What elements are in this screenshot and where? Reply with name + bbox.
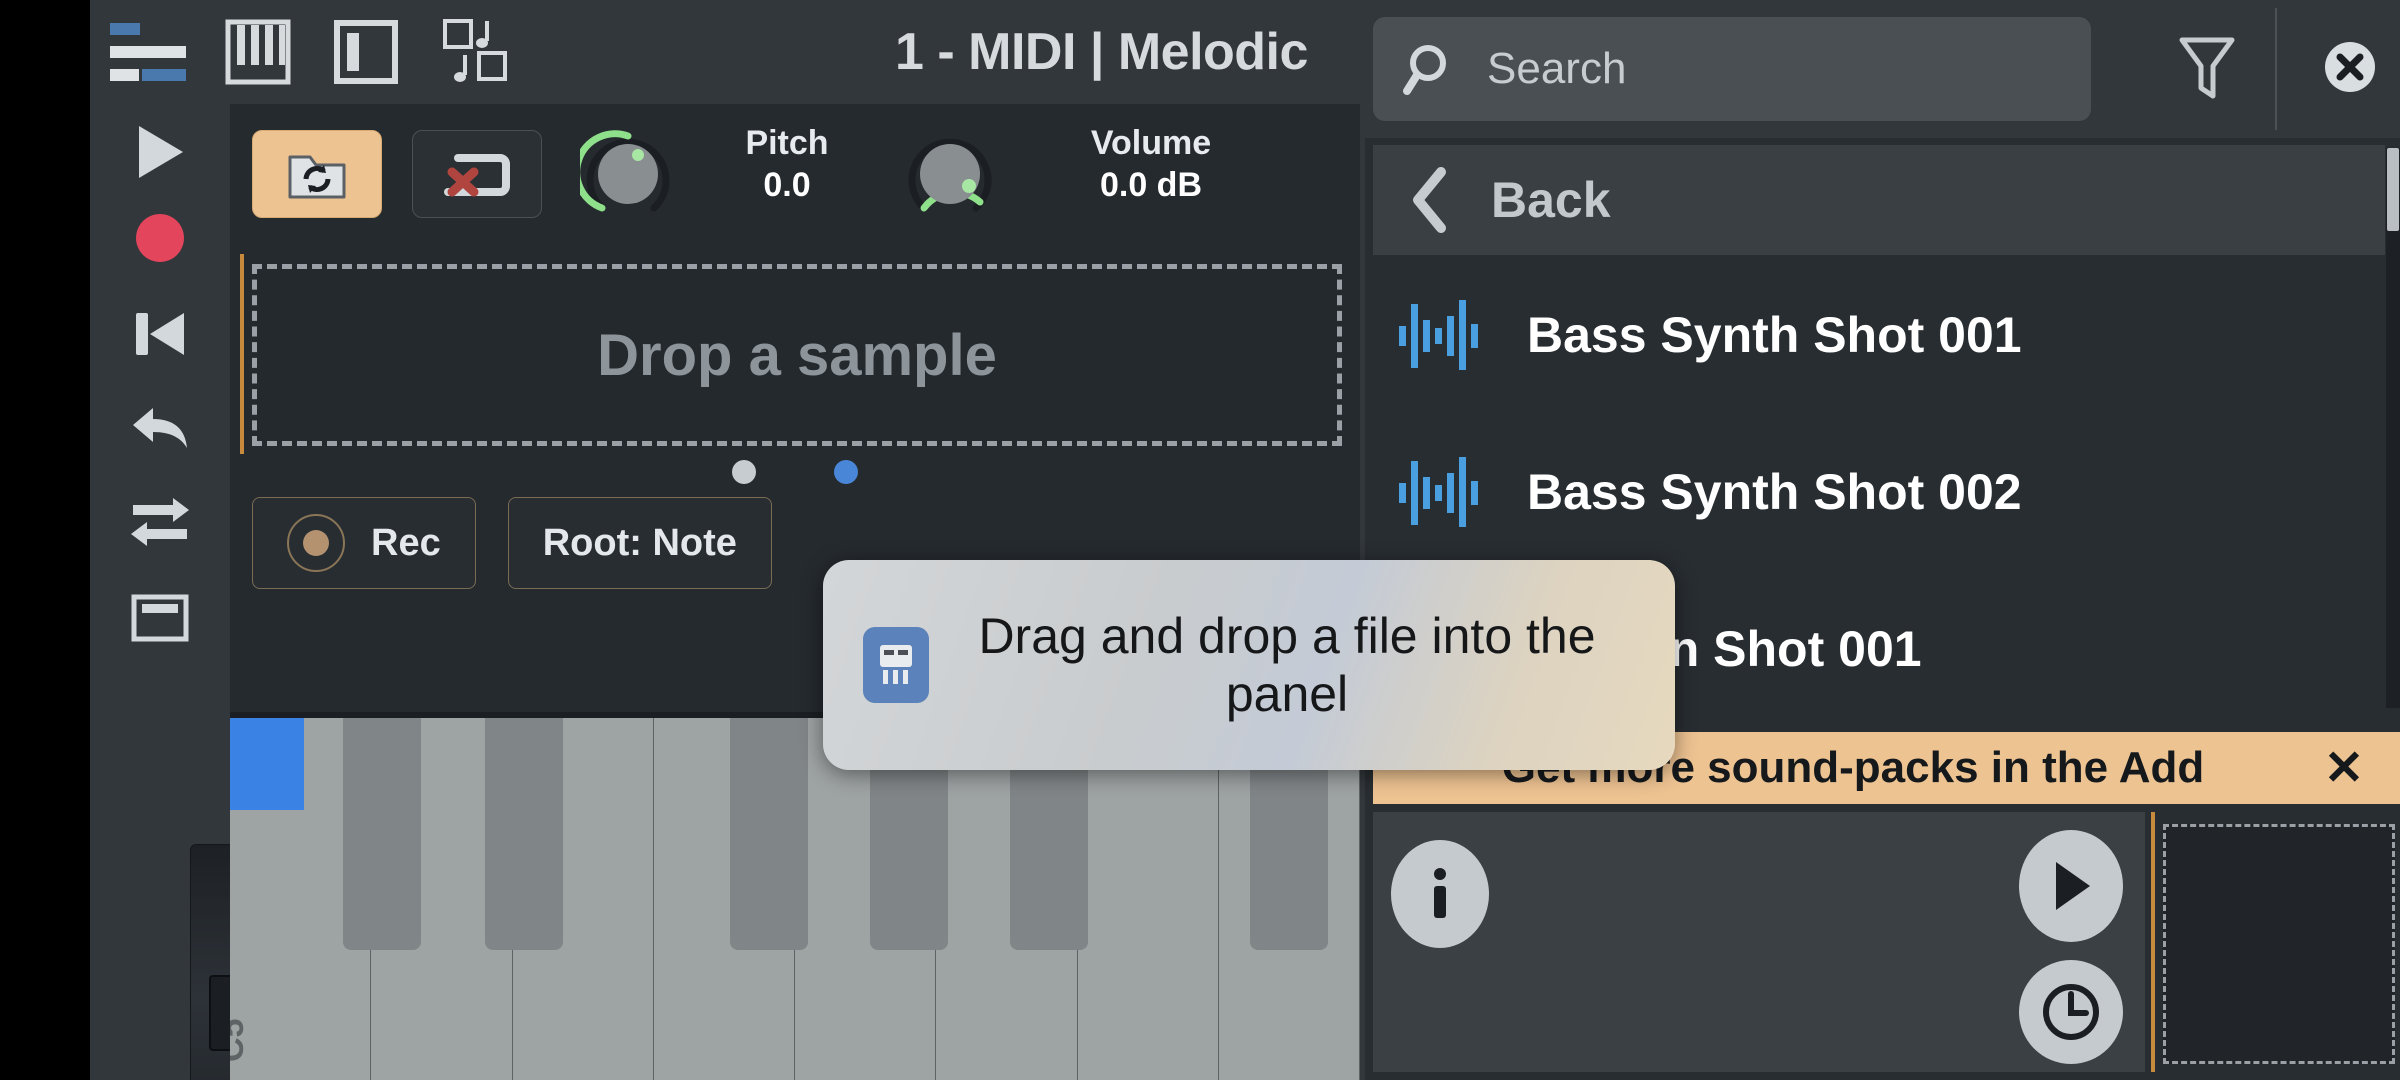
browser-search-row: Search [1365,0,2400,138]
refresh-folder-icon [288,155,346,199]
list-item[interactable]: Bass Synth Shot 002 [1373,420,2385,564]
window-icon[interactable] [90,570,230,666]
waveform-icon [1399,457,1478,527]
pitch-knob-label: Pitch [745,124,829,162]
drag-drop-tooltip-label: Drag and drop a file into the panel [978,608,1596,722]
search-input[interactable]: Search [1373,17,2091,121]
clock-icon[interactable] [2019,960,2123,1064]
close-circle-icon[interactable] [2305,22,2395,112]
piano-keys-icon[interactable] [218,14,298,90]
black-key[interactable] [485,718,563,950]
sound-browser-panel: Search Back Bass Synth Shot 001 Bass Syn… [1365,0,2400,1080]
search-placeholder: Search [1487,44,1627,93]
pitch-knob-value: 0.0 [763,166,811,204]
banner-close-icon[interactable]: ✕ [2316,740,2372,796]
waveform-icon [1399,300,1478,370]
play-icon[interactable] [90,104,230,200]
rec-button[interactable]: Rec [252,497,476,589]
panel-button-row: Rec Root: Note [252,497,772,589]
transport-rail [90,104,308,1080]
undo-icon[interactable] [90,380,230,476]
record-icon[interactable] [90,190,230,286]
toolbar-divider [2275,8,2277,130]
volume-knob[interactable] [902,126,998,222]
search-icon [1403,45,1446,95]
pitch-knob[interactable] [573,126,676,222]
browser-scrollbar[interactable] [2386,148,2400,708]
preview-play-icon[interactable] [2019,830,2123,942]
back-button[interactable]: Back [1373,145,2385,255]
active-key-highlight [230,718,304,810]
mixer-icon[interactable] [108,14,188,90]
info-icon[interactable] [1391,840,1489,948]
mixer-icon-glyph [110,23,186,81]
list-item[interactable]: Bass Synth Shot 001 [1373,263,2385,407]
root-note-button-label: Root: Note [542,521,737,564]
drag-drop-tooltip: Drag and drop a file into the panel [823,560,1675,770]
instrument-control-row: Pitch 0.0 Volume 0.0 dB [230,104,1360,244]
back-button-label: Back [1491,172,1611,228]
rec-button-label: Rec [371,521,441,564]
octave-label: C5 [230,1018,251,1062]
root-note-button[interactable]: Root: Note [507,497,772,589]
preview-pane [1373,812,2400,1076]
delete-region-icon [444,154,510,197]
file-drag-icon [863,627,929,703]
browser-scrollbar-thumb[interactable] [2387,148,2399,231]
rewind-to-start-icon[interactable] [90,286,230,382]
page-dots [230,459,1360,485]
volume-knob-label: Volume [1090,124,1212,162]
list-item-label: Bass Synth Shot 002 [1527,464,2022,520]
sample-dropzone-label: Drop a sample [597,322,997,388]
preview-drop-slot[interactable] [2163,824,2395,1064]
black-key[interactable] [343,718,421,950]
panel-accent-bar [240,254,244,454]
page-dot-1[interactable] [732,460,756,484]
white-key[interactable] [1077,718,1219,1080]
window-title: 1 - MIDI | Melodic [895,23,1308,81]
sample-dropzone[interactable]: Drop a sample [252,264,1342,446]
volume-knob-value: 0.0 dB [1099,166,1203,204]
list-item-label: Bass Synth Shot 001 [1527,307,2022,363]
clear-sample-button[interactable] [412,130,542,218]
filter-funnel-icon[interactable] [2155,17,2259,121]
chevron-left-icon [1413,167,1446,233]
note-blocks-icon[interactable] [436,14,516,90]
rec-led-icon [287,514,345,572]
panel-layout-icon[interactable] [326,14,406,90]
app-window: 1 - MIDI | Melodic Pitch 0.0 Volume 0.0 … [0,0,2400,1080]
preview-divider [2151,812,2155,1072]
loop-swap-icon[interactable] [90,474,230,570]
black-key[interactable] [730,718,808,950]
loop-folder-button[interactable] [252,130,382,218]
left-black-gutter [0,0,90,1080]
page-dot-2[interactable] [834,460,858,484]
